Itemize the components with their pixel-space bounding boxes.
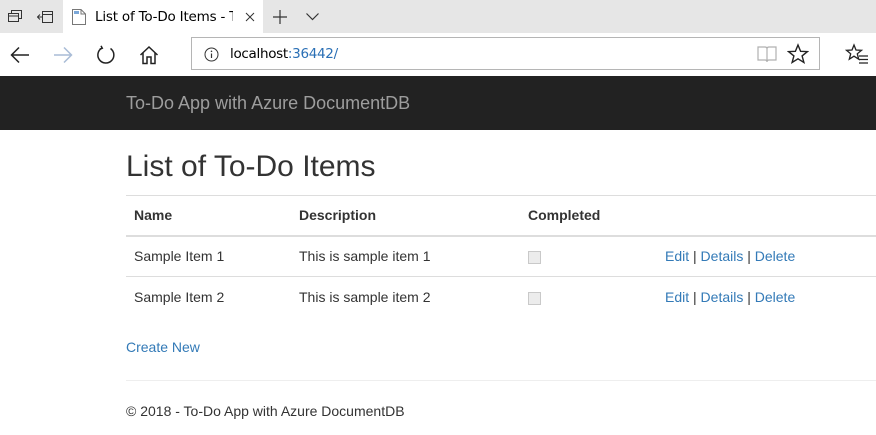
tab-list-chevron-icon[interactable] <box>297 0 327 33</box>
table-row: Sample Item 2 This is sample item 2 Edit… <box>126 277 876 318</box>
tab-title: List of To-Do Items - To-Do App with Azu… <box>95 8 233 25</box>
address-url[interactable]: localhost:36442/ <box>230 46 338 62</box>
completed-checkbox <box>528 292 541 306</box>
completed-checkbox <box>528 251 541 265</box>
favorite-star-icon[interactable] <box>786 43 810 65</box>
url-port: :36442/ <box>287 46 338 62</box>
item-name-cell: Sample Item 2 <box>134 289 225 306</box>
address-bar[interactable]: localhost:36442/ <box>191 37 820 70</box>
site-info-icon[interactable] <box>204 47 219 62</box>
back-arrow-icon[interactable] <box>0 33 40 76</box>
tab-close-icon[interactable] <box>242 9 257 24</box>
column-header-name: Name <box>126 195 291 237</box>
item-actions-cell: Edit | Details | Delete <box>657 235 876 277</box>
set-tabs-aside-icon[interactable] <box>30 0 60 33</box>
browser-toolbar: localhost:36442/ <box>0 33 876 76</box>
url-host: localhost <box>230 46 288 62</box>
edit-link[interactable]: Edit <box>665 289 689 305</box>
delete-link[interactable]: Delete <box>755 248 795 264</box>
column-header-description: Description <box>291 195 520 237</box>
footer-copyright: © 2018 - To-Do App with Azure DocumentDB <box>126 403 405 419</box>
reading-view-icon[interactable] <box>756 44 778 64</box>
delete-link[interactable]: Delete <box>755 289 795 305</box>
navbar-brand-link[interactable]: To-Do App with Azure DocumentDB <box>126 93 410 114</box>
item-name-cell: Sample Item 1 <box>126 235 291 277</box>
action-separator: | <box>693 248 697 265</box>
site-navbar: To-Do App with Azure DocumentDB <box>0 76 876 130</box>
item-completed-cell <box>520 235 657 277</box>
favorites-hub-icon[interactable] <box>844 42 869 66</box>
edit-link[interactable]: Edit <box>665 248 689 264</box>
column-header-completed: Completed <box>520 195 657 237</box>
table-header-row: Name Description Completed <box>126 195 876 237</box>
column-header-actions <box>657 195 876 237</box>
new-tab-icon[interactable] <box>265 0 295 33</box>
item-description-cell: This is sample item 1 <box>291 235 520 277</box>
active-tab[interactable]: List of To-Do Items - To-Do App with Azu… <box>63 0 263 33</box>
action-separator: | <box>747 289 751 306</box>
item-actions-cell: Edit | Details | Delete <box>657 277 876 318</box>
details-link[interactable]: Details <box>701 248 744 264</box>
home-icon[interactable] <box>129 33 169 76</box>
page-title: List of To-Do Items <box>126 150 376 183</box>
forward-arrow-icon[interactable] <box>43 33 83 76</box>
details-link[interactable]: Details <box>701 289 744 305</box>
create-new-link[interactable]: Create New <box>126 339 200 355</box>
item-completed-cell <box>520 277 657 318</box>
tab-preview-icon[interactable] <box>0 0 30 33</box>
page-favicon <box>72 8 86 25</box>
refresh-icon[interactable] <box>86 33 126 76</box>
footer-divider <box>126 380 876 381</box>
item-description-cell: This is sample item 2 <box>299 289 431 306</box>
action-separator: | <box>693 289 697 306</box>
todo-table: Name Description Completed Sample Item 1… <box>126 195 876 318</box>
action-separator: | <box>747 248 751 265</box>
table-row: Sample Item 1 This is sample item 1 Edit… <box>126 235 876 277</box>
browser-tab-strip: List of To-Do Items - To-Do App with Azu… <box>0 0 876 33</box>
